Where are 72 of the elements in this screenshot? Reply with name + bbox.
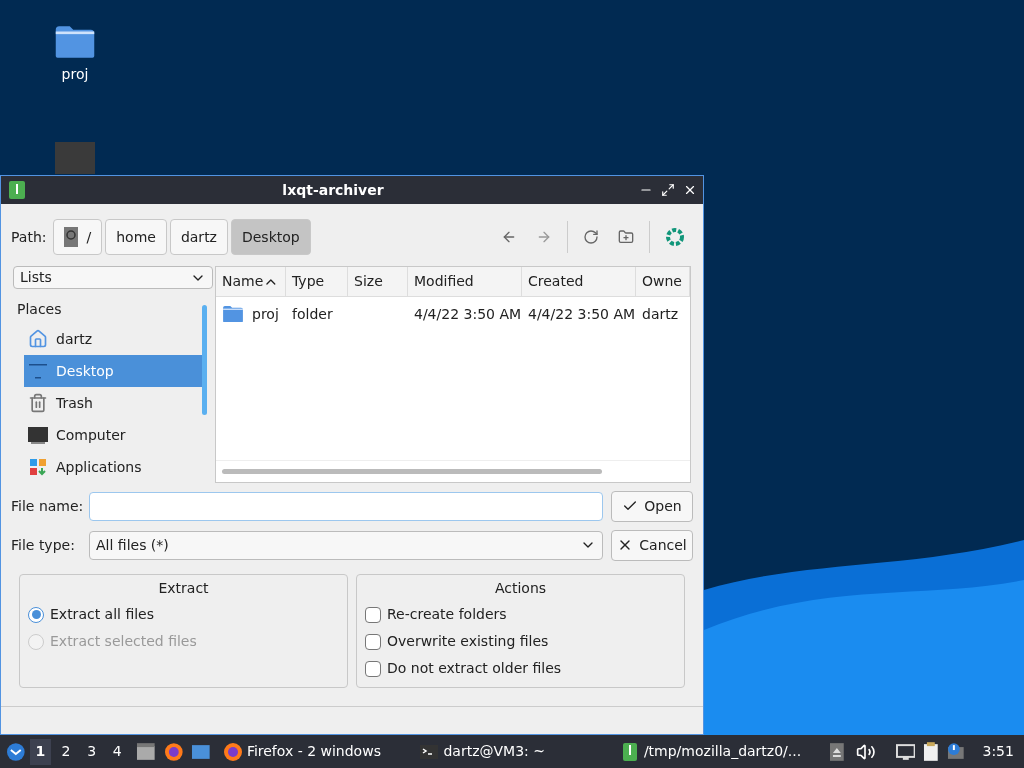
folder-icon — [222, 305, 244, 323]
place-item[interactable]: Computer — [24, 419, 202, 451]
checkbox-label: Re-create folders — [387, 605, 507, 624]
window-title: lxqt-archiver — [281, 180, 385, 200]
column-header[interactable]: Created — [522, 267, 636, 296]
column-header[interactable]: Name — [216, 267, 286, 296]
path-label: Path: — [11, 227, 47, 247]
browser-icon[interactable] — [163, 741, 184, 762]
workspace-button[interactable]: 1 — [29, 738, 52, 765]
scrollbar-thumb[interactable] — [202, 305, 207, 415]
scrollbar-thumb[interactable] — [222, 469, 602, 474]
group-title: Actions — [493, 579, 548, 598]
view-select[interactable]: Lists — [13, 266, 213, 289]
file-manager-icon[interactable] — [136, 741, 156, 762]
place-item[interactable]: Trash — [24, 387, 202, 419]
checkbox[interactable] — [365, 606, 381, 623]
place-item[interactable]: Applications — [24, 451, 202, 483]
checkbox[interactable] — [365, 633, 381, 650]
column-header[interactable]: Size — [348, 267, 408, 296]
trash-icon — [28, 393, 48, 413]
table-cell-text: 4/4/22 3:50 AM — [527, 304, 636, 324]
file-type-select[interactable]: All files (*) — [89, 530, 603, 560]
file-name-label: File name: — [11, 496, 81, 516]
home-folder-icon — [28, 329, 48, 349]
file-name-field[interactable] — [89, 491, 603, 521]
folder-icon — [54, 24, 96, 60]
column-header[interactable]: Type — [286, 267, 348, 296]
refresh-icon[interactable] — [583, 229, 599, 245]
places-header: Places — [16, 300, 63, 319]
task-button[interactable]: /tmp/mozilla_dartz0/... — [615, 735, 823, 768]
network-icon[interactable] — [895, 741, 916, 762]
close-icon[interactable] — [683, 183, 697, 197]
path-crumb[interactable]: / — [53, 219, 103, 255]
cancel-button[interactable]: Cancel — [611, 529, 693, 561]
open-button[interactable]: Open — [611, 490, 693, 522]
table-cell-text: folder — [291, 304, 334, 324]
checkbox-label: Do not extract older files — [387, 659, 562, 678]
place-item[interactable]: dartz — [24, 323, 202, 355]
group-title: Extract — [157, 579, 210, 598]
checkbox[interactable] — [365, 660, 381, 677]
archive-icon — [7, 180, 27, 200]
column-header[interactable]: Modified — [408, 267, 522, 296]
desktop-icon-label: proj — [61, 65, 89, 84]
table-cell-text: dartz — [641, 304, 680, 324]
path-crumb[interactable]: dartz — [169, 219, 228, 255]
radio-label: Extract all files — [50, 605, 154, 624]
task-button[interactable]: dartz@VM3: ~ — [415, 735, 612, 768]
checkbox-label: Overwrite existing files — [387, 632, 549, 651]
eject-icon[interactable] — [830, 742, 844, 761]
monitor-icon — [28, 425, 48, 445]
workspace-button[interactable]: 2 — [55, 738, 77, 765]
path-crumb[interactable]: home — [105, 219, 167, 255]
back-icon[interactable] — [501, 229, 517, 245]
clock[interactable]: 3:51 — [982, 741, 1014, 762]
file-type-label: File type: — [11, 535, 76, 555]
new-folder-icon[interactable] — [618, 229, 634, 245]
notification-icon[interactable] — [946, 741, 967, 762]
column-header[interactable]: Owne — [636, 267, 690, 296]
desktop-icon — [28, 361, 48, 381]
table-cell[interactable]: proj — [216, 303, 286, 325]
browser-icon — [222, 741, 243, 762]
radio-label: Extract selected files — [50, 632, 197, 651]
radio-button[interactable] — [28, 606, 44, 623]
maximize-icon[interactable] — [661, 183, 675, 197]
path-crumb[interactable]: Desktop — [230, 219, 311, 255]
task-button[interactable]: Firefox - 2 windows — [218, 735, 412, 768]
workspace-button[interactable]: 4 — [106, 738, 128, 765]
apps-icon — [28, 457, 48, 477]
workspace-button[interactable]: 3 — [80, 738, 103, 765]
start-menu-icon[interactable] — [6, 741, 26, 762]
table-cell-text: 4/4/22 3:50 AM — [413, 304, 522, 324]
clipboard-icon[interactable] — [923, 741, 939, 762]
